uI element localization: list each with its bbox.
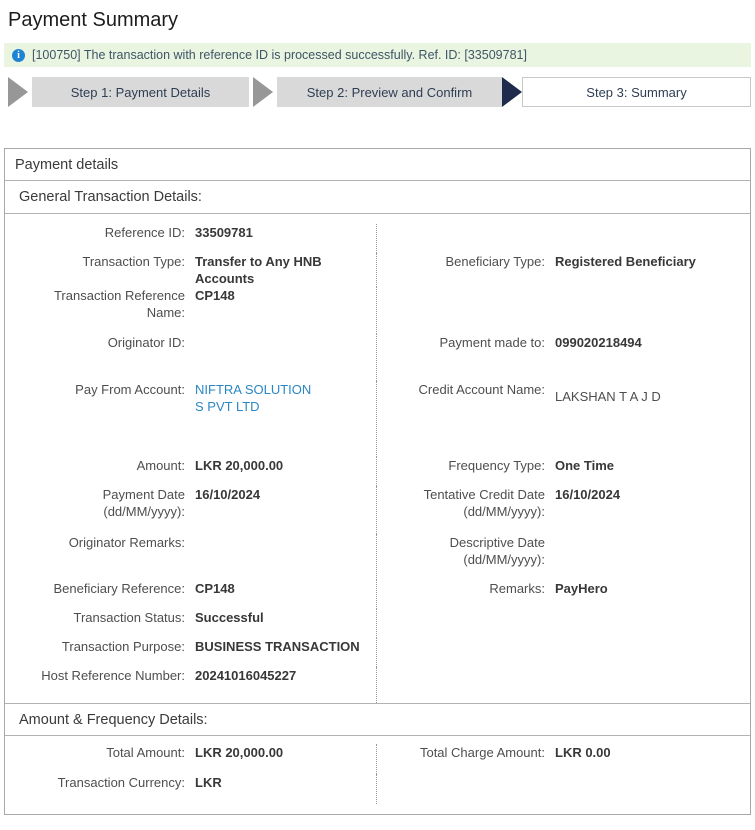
field-label: Payment made to: xyxy=(385,334,545,351)
field-row: Reference ID: 33509781 xyxy=(5,224,750,253)
field-row: Transaction Type: Transfer to Any HNB Ac… xyxy=(5,253,750,287)
step-item-3: Step 3: Summary xyxy=(502,77,751,107)
field-label: Beneficiary Type: xyxy=(385,253,545,270)
field-label: Transaction Status: xyxy=(19,609,185,626)
field-label: Credit Account Name: xyxy=(385,381,545,398)
field-row: Payment Date (dd/MM/yyyy): 16/10/2024 Te… xyxy=(5,486,750,534)
field-value: LAKSHAN T A J D xyxy=(555,381,661,405)
field-label: Host Reference Number: xyxy=(19,667,185,684)
step-label-2: Step 2: Preview and Confirm xyxy=(307,85,472,100)
field-label: Originator ID: xyxy=(19,334,185,351)
field-label: Pay From Account: xyxy=(19,381,185,398)
pay-from-account-link[interactable]: NIFTRA SOLUTION S PVT LTD xyxy=(195,382,311,414)
step-label-1: Step 1: Payment Details xyxy=(71,85,210,100)
section-header-amount: Amount & Frequency Details: xyxy=(5,703,750,736)
field-value: 20241016045227 xyxy=(195,667,296,684)
field-value: 16/10/2024 xyxy=(195,486,260,503)
payment-details-panel: Payment details General Transaction Deta… xyxy=(4,148,751,815)
step-wizard: Step 1: Payment Details Step 2: Preview … xyxy=(4,77,751,107)
field-row: Transaction Reference Name: CP148 xyxy=(5,287,750,334)
general-transaction-fields: Reference ID: 33509781 Transaction Type:… xyxy=(5,214,750,703)
step-chevron-icon xyxy=(8,77,28,107)
field-label: Remarks: xyxy=(385,580,545,597)
field-row: Transaction Purpose: BUSINESS TRANSACTIO… xyxy=(5,638,750,667)
field-value: Transfer to Any HNB Accounts xyxy=(195,253,376,287)
section-header-general: General Transaction Details: xyxy=(5,181,750,214)
field-value: 16/10/2024 xyxy=(555,486,620,503)
step-chevron-icon xyxy=(253,77,273,107)
field-value: LKR 20,000.00 xyxy=(195,457,283,474)
field-label: Originator Remarks: xyxy=(19,534,185,551)
field-label: Amount: xyxy=(19,457,185,474)
field-label: Beneficiary Reference: xyxy=(19,580,185,597)
field-value: LKR 20,000.00 xyxy=(195,744,283,761)
field-row: Originator ID: Payment made to: 09902021… xyxy=(5,334,750,381)
field-value: BUSINESS TRANSACTION xyxy=(195,638,360,655)
success-banner: i [100750] The transaction with referenc… xyxy=(4,43,751,67)
field-label: Frequency Type: xyxy=(385,457,545,474)
field-value: 099020218494 xyxy=(555,334,642,351)
field-label: Total Charge Amount: xyxy=(385,744,545,761)
field-label: Transaction Currency: xyxy=(19,774,185,791)
field-row: Originator Remarks: Descriptive Date (dd… xyxy=(5,534,750,580)
field-label: Transaction Reference Name: xyxy=(19,287,185,321)
amount-frequency-fields: Total Amount: LKR 20,000.00 Total Charge… xyxy=(5,736,750,814)
field-row: Pay From Account: NIFTRA SOLUTION S PVT … xyxy=(5,381,750,457)
field-label: Reference ID: xyxy=(19,224,185,241)
field-label: Descriptive Date (dd/MM/yyyy): xyxy=(385,534,545,568)
field-row: Transaction Currency: LKR xyxy=(5,774,750,804)
field-row: Total Amount: LKR 20,000.00 Total Charge… xyxy=(5,744,750,774)
field-value: 33509781 xyxy=(195,224,253,241)
step-item-1: Step 1: Payment Details xyxy=(4,77,253,107)
field-value: CP148 xyxy=(195,287,235,304)
field-row: Beneficiary Reference: CP148 Remarks: Pa… xyxy=(5,580,750,609)
info-icon: i xyxy=(12,49,25,62)
banner-message: [100750] The transaction with reference … xyxy=(32,48,527,62)
field-row: Transaction Status: Successful xyxy=(5,609,750,638)
field-value: CP148 xyxy=(195,580,235,597)
field-value: LKR 0.00 xyxy=(555,744,611,761)
field-row: Amount: LKR 20,000.00 Frequency Type: On… xyxy=(5,457,750,486)
field-label: Tentative Credit Date (dd/MM/yyyy): xyxy=(385,486,545,520)
field-label: Transaction Purpose: xyxy=(19,638,185,655)
field-value: Registered Beneficiary xyxy=(555,253,696,270)
field-value: LKR xyxy=(195,774,222,791)
field-label: Transaction Type: xyxy=(19,253,185,270)
panel-header: Payment details xyxy=(5,149,750,181)
field-value: One Time xyxy=(555,457,614,474)
field-row: Host Reference Number: 20241016045227 xyxy=(5,667,750,703)
step-item-2: Step 2: Preview and Confirm xyxy=(253,77,502,107)
step-chevron-icon xyxy=(502,77,522,107)
field-label: Total Amount: xyxy=(19,744,185,761)
field-value: Successful xyxy=(195,609,264,626)
field-value: PayHero xyxy=(555,580,608,597)
step-label-3: Step 3: Summary xyxy=(586,85,686,100)
field-label: Payment Date (dd/MM/yyyy): xyxy=(19,486,185,520)
page-title: Payment Summary xyxy=(8,9,755,32)
